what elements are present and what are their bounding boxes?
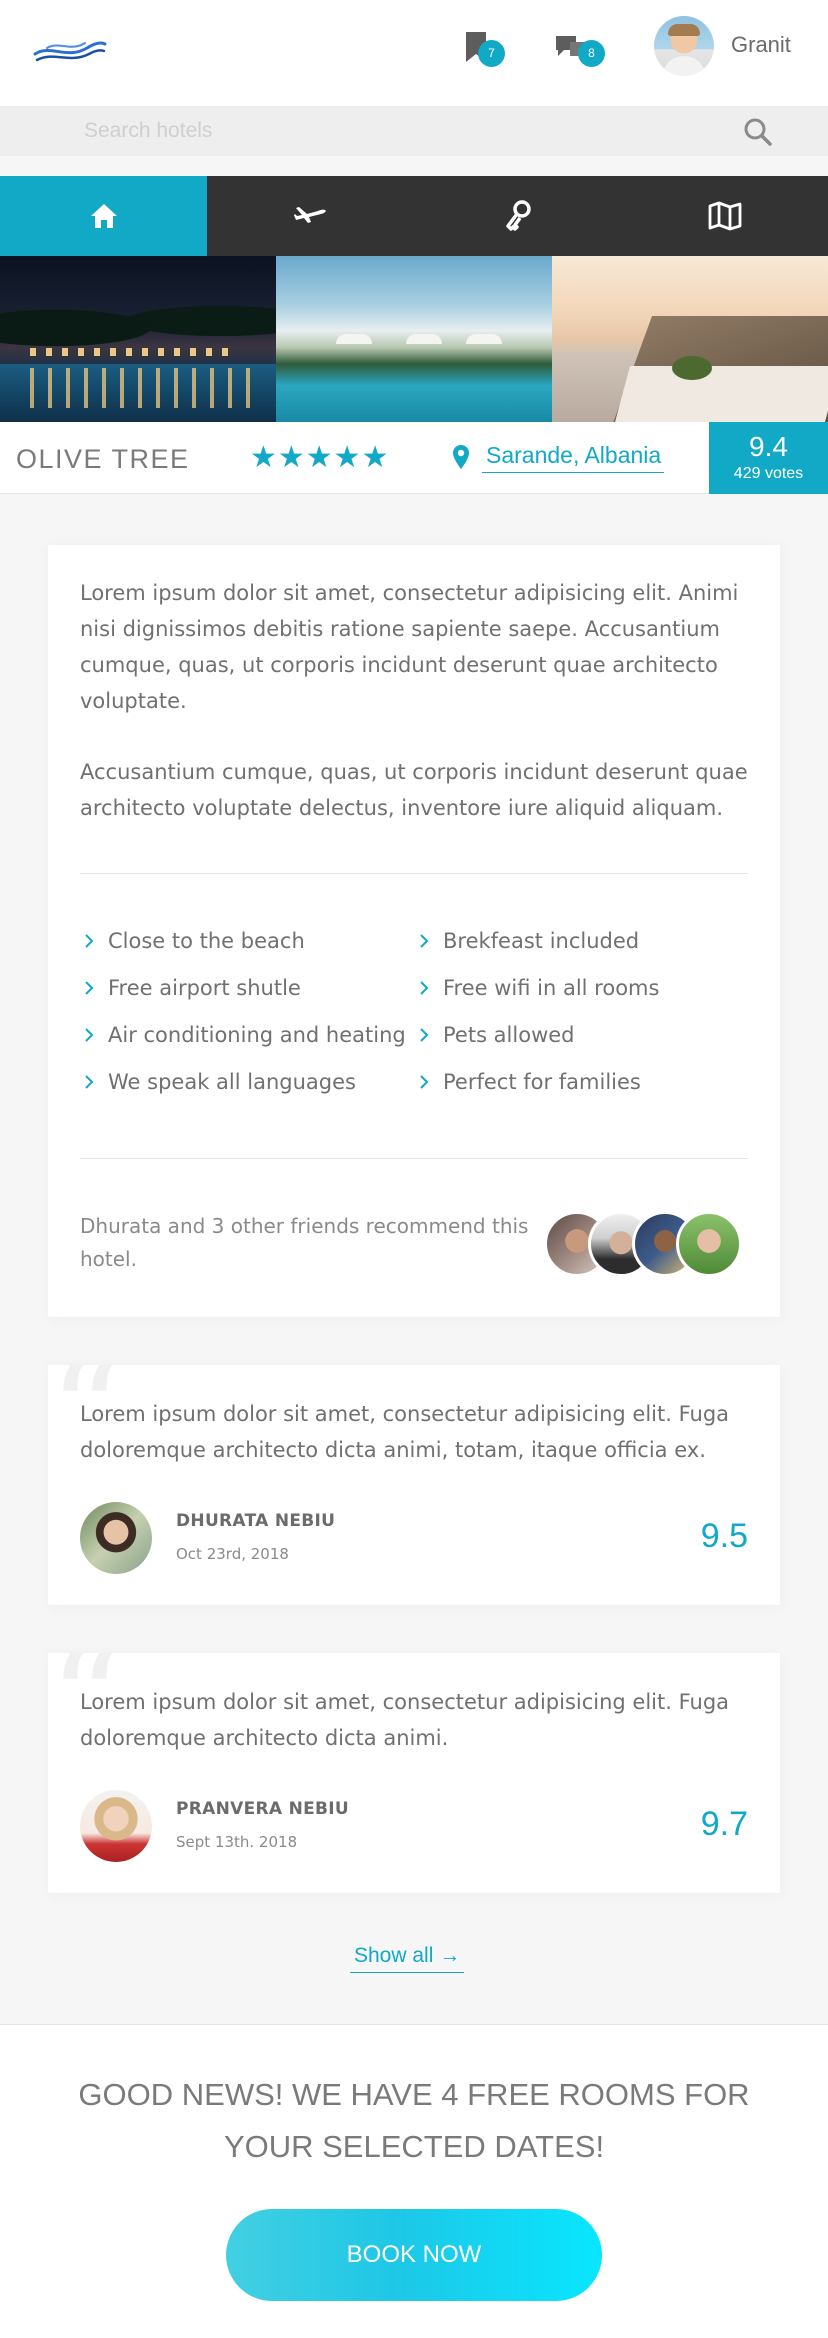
amenity-item: We speak all languages [80,1064,415,1099]
hotel-photo-night-pool[interactable] [0,256,276,422]
search-bar [0,106,828,156]
amenity-item: Pets allowed [415,1017,750,1052]
wave-logo[interactable] [33,34,107,64]
tab-home[interactable] [0,176,207,256]
location-link[interactable]: Sarande, Albania [482,442,665,473]
hotel-photo-gallery [0,256,828,422]
divider [80,1158,748,1159]
hotel-score-box: 9.4 429 votes [709,422,828,494]
review-score: 9.7 [700,1805,748,1843]
amenity-label: Free airport shutle [108,975,301,1000]
bookmarks-button[interactable]: 7 [460,26,512,72]
hotel-name: OLIVE TREE [16,444,190,474]
book-now-button[interactable]: BOOK NOW [226,2209,602,2301]
top-header: 7 8 Granit [0,0,828,106]
hotel-score: 9.4 [749,431,788,462]
airplane-icon [293,207,326,223]
location-pin-icon [453,445,469,469]
reviewer-name[interactable]: PRANVERA NEBIU [176,1799,349,1819]
search-icon[interactable] [742,116,774,148]
amenity-label: Perfect for families [443,1069,641,1094]
divider [80,873,748,874]
username[interactable]: Granit [731,32,791,58]
reviewer-name[interactable]: DHURATA NEBIU [176,1511,335,1531]
review-date: Oct 23rd, 2018 [176,1545,289,1563]
hotel-info-bar: OLIVE TREE ★★★★★ Sarande, Albania 9.4 42… [0,422,828,494]
tab-flights[interactable] [207,176,414,256]
search-input[interactable] [84,115,704,147]
amenity-item: Free airport shutle [80,970,415,1005]
map-icon [708,201,741,231]
amenity-label: Close to the beach [108,928,305,953]
friend-avatar[interactable] [676,1211,742,1277]
amenity-item: Perfect for families [415,1064,750,1099]
hotel-description-card: Lorem ipsum dolor sit amet, consectetur … [48,545,780,1317]
hotel-photo-day-pool[interactable] [276,256,552,422]
amenity-item: Air conditioning and heating [80,1017,415,1052]
availability-message: GOOD NEWS! WE HAVE 4 FREE ROOMS FOR YOUR… [78,2077,750,2164]
amenity-label: We speak all languages [108,1069,356,1094]
amenity-item: Free wifi in all rooms [415,970,750,1005]
chevron-right-icon [85,933,94,948]
key-icon [505,200,531,231]
review-card: “ Lorem ipsum dolor sit amet, consectetu… [48,1365,780,1605]
amenity-item: Brekfeast included [415,923,750,958]
review-card: “ Lorem ipsum dolor sit amet, consectetu… [48,1653,780,1893]
chevron-right-icon [85,980,94,995]
review-text: Lorem ipsum dolor sit amet, consectetur … [80,1690,730,1750]
category-nav [0,176,828,256]
friends-recommend-text: Dhurata and 3 other friends recommend th… [80,1214,529,1271]
amenity-label: Free wifi in all rooms [443,975,660,1000]
chevron-right-icon [85,1074,94,1089]
chevron-right-icon [85,1027,94,1042]
bookmarks-badge: 7 [478,40,505,67]
reviewer-avatar[interactable] [80,1790,152,1862]
home-icon [90,204,117,228]
description-paragraph: Accusantium cumque, quas, ut corporis in… [80,760,748,820]
description-paragraph: Lorem ipsum dolor sit amet, consectetur … [80,581,739,713]
tab-rooms[interactable] [414,176,621,256]
amenity-item: Close to the beach [80,923,415,958]
tab-map[interactable] [621,176,828,256]
amenity-label: Pets allowed [443,1022,575,1047]
vote-count: 429 votes [733,465,804,482]
messages-badge: 8 [578,40,605,67]
star-rating: ★★★★★ [250,440,390,475]
user-avatar[interactable] [654,16,714,76]
amenities-list: Close to the beach Brekfeast included Fr… [80,923,760,1099]
review-date: Sept 13th. 2018 [176,1833,298,1851]
show-all-reviews-link[interactable]: Show all → [350,1944,465,1973]
amenity-label: Brekfeast included [443,928,640,953]
chevron-right-icon [420,1027,429,1042]
amenity-label: Air conditioning and heating [108,1022,406,1047]
review-text: Lorem ipsum dolor sit amet, consectetur … [80,1402,730,1462]
reviewer-avatar[interactable] [80,1502,152,1574]
chevron-right-icon [420,980,429,995]
availability-section: GOOD NEWS! WE HAVE 4 FREE ROOMS FOR YOUR… [0,2024,828,2338]
review-score: 9.5 [700,1517,748,1555]
hotel-photo-terrace[interactable] [552,256,828,422]
messages-button[interactable]: 8 [552,26,605,72]
chevron-right-icon [420,933,429,948]
chevron-right-icon [420,1074,429,1089]
